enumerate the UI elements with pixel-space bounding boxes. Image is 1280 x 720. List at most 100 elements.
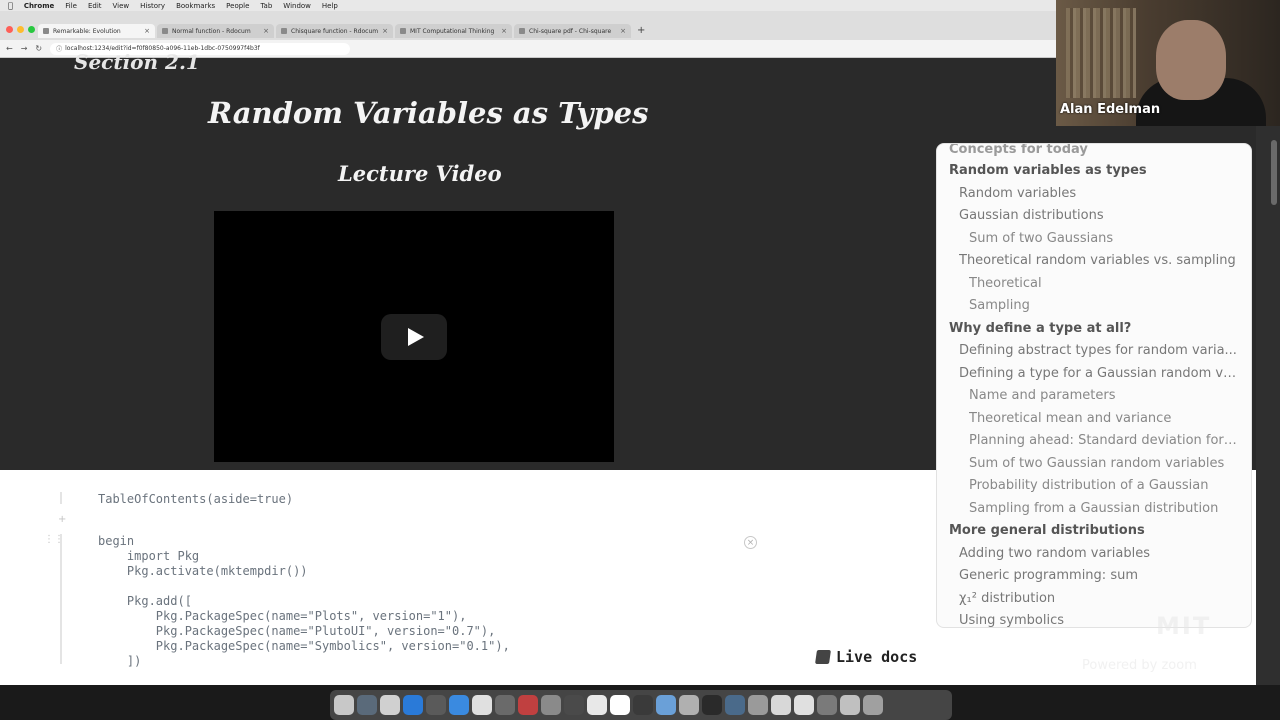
menu-people[interactable]: People (226, 2, 249, 10)
window-controls (6, 26, 35, 33)
dock-app-icon[interactable] (633, 695, 653, 715)
close-window-icon[interactable] (6, 26, 13, 33)
dock-app-icon[interactable] (587, 695, 607, 715)
toc-subsubsection-link[interactable]: Sum of two Gaussian random variables (969, 456, 1239, 471)
toc-subsubsection-link[interactable]: Theoretical (969, 276, 1239, 291)
section-title: Section 2.1 (74, 50, 200, 74)
dock-app-icon[interactable] (840, 695, 860, 715)
toc-subsection-link[interactable]: Theoretical random variables vs. samplin… (959, 253, 1239, 268)
toc-subsection-link[interactable]: Defining a type for a Gaussian random va… (959, 366, 1239, 381)
dock-app-icon[interactable] (863, 695, 883, 715)
toc-subsection-link[interactable]: Random variables (959, 186, 1239, 201)
menu-bookmarks[interactable]: Bookmarks (176, 2, 215, 10)
apple-icon[interactable]:  (8, 1, 13, 10)
code-line[interactable]: Pkg.add([ (98, 594, 192, 608)
dock-app-icon[interactable] (357, 695, 377, 715)
code-line[interactable]: Pkg.PackageSpec(name="PlutoUI", version=… (98, 624, 496, 638)
dock-app-icon[interactable] (541, 695, 561, 715)
dock-app-icon[interactable] (426, 695, 446, 715)
dock-app-icon[interactable] (656, 695, 676, 715)
code-line[interactable]: import Pkg (98, 549, 199, 563)
dock-app-icon[interactable] (564, 695, 584, 715)
menu-chrome[interactable]: Chrome (24, 2, 54, 10)
menu-file[interactable]: File (65, 2, 77, 10)
minimize-window-icon[interactable] (17, 26, 24, 33)
dock-app-icon[interactable] (794, 695, 814, 715)
code-line[interactable]: Pkg.activate(mktempdir()) (98, 564, 308, 578)
browser-tab[interactable]: Normal function - Rdocum × (157, 24, 274, 38)
add-cell-icon[interactable]: + (58, 514, 66, 525)
toc-subsubsection-link[interactable]: Probability distribution of a Gaussian (969, 478, 1239, 493)
dock-app-icon[interactable] (449, 695, 469, 715)
forward-arrow-icon[interactable]: → (21, 44, 28, 53)
toc-subsection-link[interactable]: χ₁² distribution (959, 591, 1239, 606)
dock-app-icon[interactable] (518, 695, 538, 715)
browser-tab[interactable]: Remarkable: Evolution × (38, 24, 155, 38)
live-docs-button[interactable]: Live docs (815, 648, 918, 666)
back-arrow-icon[interactable]: ← (6, 44, 13, 53)
cell-gutter (60, 492, 62, 504)
code-line[interactable]: ]) (98, 654, 141, 668)
live-docs-label: Live docs (836, 648, 918, 666)
toc-subsubsection-link[interactable]: Theoretical mean and variance (969, 411, 1239, 426)
toc-section-link[interactable]: More general distributions (949, 523, 1249, 538)
live-docs-icon (815, 650, 831, 664)
dock-app-icon[interactable] (334, 695, 354, 715)
tab-label: Normal function - Rdocum (172, 27, 251, 35)
dock-app-icon[interactable] (702, 695, 722, 715)
browser-tab[interactable]: MIT Computational Thinking × (395, 24, 512, 38)
toc-subsection-link[interactable]: Adding two random variables (959, 546, 1239, 561)
menu-window[interactable]: Window (283, 2, 311, 10)
toc-subsubsection-link[interactable]: Name and parameters (969, 388, 1239, 403)
browser-tab[interactable]: Chisquare function - Rdocum × (276, 24, 393, 38)
toc-section-link[interactable]: Random variables as types (949, 163, 1249, 178)
bookshelf (1066, 8, 1136, 98)
tab-close-icon[interactable]: × (620, 27, 626, 35)
toc-subsubsection-link[interactable]: Sampling from a Gaussian distribution (969, 501, 1239, 516)
toc-header[interactable]: Concepts for today (949, 144, 1088, 157)
dock-app-icon[interactable] (380, 695, 400, 715)
toc-subsection-link[interactable]: Generic programming: sum (959, 568, 1239, 583)
menu-edit[interactable]: Edit (88, 2, 102, 10)
dock-app-icon[interactable] (679, 695, 699, 715)
code-cell-toc[interactable]: TableOfContents(aside=true) (98, 492, 293, 506)
code-line[interactable]: Pkg.PackageSpec(name="Symbolics", versio… (98, 639, 510, 653)
dock-app-icon[interactable] (610, 695, 630, 715)
speaker-name: Alan Edelman (1060, 102, 1161, 117)
dock-app-icon[interactable] (817, 695, 837, 715)
zoom-window-icon[interactable] (28, 26, 35, 33)
toc-subsubsection-link[interactable]: Sampling (969, 298, 1239, 313)
tab-close-icon[interactable]: × (144, 27, 150, 35)
code-line[interactable]: Pkg.PackageSpec(name="Plots", version="1… (98, 609, 467, 623)
menu-history[interactable]: History (140, 2, 165, 10)
dock-app-icon[interactable] (748, 695, 768, 715)
dock-app-icon[interactable] (472, 695, 492, 715)
dock-app-icon[interactable] (725, 695, 745, 715)
dock-app-icon[interactable] (771, 695, 791, 715)
code-line[interactable]: begin (98, 534, 134, 548)
rdocumentation-favicon-icon (162, 28, 168, 34)
tab-label: MIT Computational Thinking (410, 27, 495, 35)
scrollbar-thumb[interactable] (1271, 140, 1277, 205)
info-icon[interactable]: ⓘ (56, 44, 62, 53)
toc-subsection-link[interactable]: Gaussian distributions (959, 208, 1239, 223)
tab-label: Remarkable: Evolution (53, 27, 121, 35)
play-button[interactable] (381, 314, 447, 360)
toc-subsubsection-link[interactable]: Sum of two Gaussians (969, 231, 1239, 246)
reload-icon[interactable]: ↻ (35, 44, 42, 53)
toc-subsubsection-link[interactable]: Planning ahead: Standard deviation for .… (969, 433, 1239, 448)
tab-close-icon[interactable]: × (501, 27, 507, 35)
menu-tab[interactable]: Tab (260, 2, 272, 10)
close-cell-icon[interactable]: × (744, 536, 757, 549)
new-tab-button[interactable]: + (633, 24, 645, 38)
toc-section-link[interactable]: Why define a type at all? (949, 321, 1249, 336)
menu-view[interactable]: View (113, 2, 130, 10)
browser-tab[interactable]: Chi-square pdf - Chi-square × (514, 24, 631, 38)
toc-subsection-link[interactable]: Defining abstract types for random varia… (959, 343, 1239, 358)
video-player[interactable] (214, 211, 614, 462)
dock-app-icon[interactable] (495, 695, 515, 715)
tab-close-icon[interactable]: × (263, 27, 269, 35)
menu-help[interactable]: Help (322, 2, 338, 10)
dock-app-icon[interactable] (403, 695, 423, 715)
tab-close-icon[interactable]: × (382, 27, 388, 35)
